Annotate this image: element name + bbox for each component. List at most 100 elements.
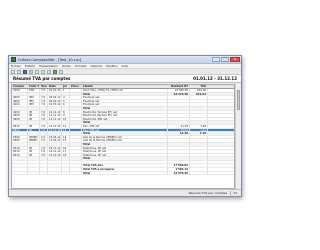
menu-options[interactable]: Options [91, 64, 103, 68]
col-taux[interactable]: Taux [40, 85, 48, 88]
cell-libelle: Gaz de la femme (IPIRED) net [82, 135, 168, 139]
cell-montant-ht [168, 139, 190, 142]
cell-montant-ht: 41.30 [168, 132, 190, 135]
cell-libelle: Total TVA à récupérer [82, 168, 168, 171]
cell-libelle: Exemple net [82, 96, 168, 99]
table-total-row[interactable]: Total 12'370.46 [12, 171, 234, 176]
cell-montant-ht [168, 106, 190, 110]
copy-icon[interactable] [41, 69, 45, 74]
cell-libelle: Gaz de la femme (IPIRED) net [82, 139, 168, 142]
menu-compta[interactable]: Compta [75, 64, 87, 68]
cut-icon[interactable] [35, 69, 39, 74]
cell-tva [190, 142, 208, 146]
cell-compte: 6510 [12, 153, 28, 157]
cell-code-tva: IPM [28, 99, 40, 103]
cell-extra [208, 114, 234, 117]
cell-libelle: Total [82, 132, 168, 135]
cell-tva [190, 139, 208, 142]
cell-piece [70, 171, 82, 175]
cell-libelle: Electricité (facture EF) net [82, 110, 168, 114]
cell-compte [12, 132, 28, 135]
cell-piece [70, 132, 82, 135]
cell-date [48, 121, 62, 124]
cell-extra [208, 164, 234, 167]
title-bar[interactable]: Crésus Comptabilité - [Test_10.crp] – □ … [9, 56, 241, 64]
cell-journal: 6 [62, 103, 70, 106]
cell-tva [190, 121, 208, 124]
cell-taux: 7.6 [40, 146, 48, 150]
cell-tva: 941.02 [190, 92, 208, 96]
cell-journal: 11 [62, 124, 70, 128]
cell-piece [70, 146, 82, 150]
cell-libelle: Total [82, 106, 168, 110]
cell-compte [12, 164, 28, 168]
cell-journal: 15 [62, 139, 70, 142]
report-period: 01.01.12 - 31.12.12 [193, 76, 237, 81]
close-icon[interactable]: × [230, 57, 240, 62]
col-libelle[interactable]: Libellé [82, 85, 168, 88]
col-tva[interactable]: TVA [190, 85, 208, 88]
cell-code-tva [28, 106, 40, 110]
cell-libelle: Eau, IPM net [82, 124, 168, 128]
cell-piece [70, 157, 82, 160]
col-compte[interactable]: Compte [12, 85, 28, 88]
window-title: Crésus Comptabilité - [Test_10.crp] [18, 57, 81, 62]
save-icon[interactable] [23, 69, 27, 74]
cell-code-tva [28, 121, 40, 124]
cell-libelle: Total [82, 157, 168, 160]
cell-piece [70, 92, 82, 96]
cell-code-tva: IPI [28, 110, 40, 114]
scrollbar-thumb[interactable] [237, 90, 240, 110]
cell-montant-ht [168, 114, 190, 117]
cell-extra [208, 136, 234, 139]
cell-journal: 12 [62, 128, 70, 132]
cell-date: 05.02.12 [49, 96, 62, 99]
cell-montant-ht [168, 121, 190, 124]
cell-taux: 7.6 [40, 114, 48, 117]
cell-extra [208, 107, 234, 110]
col-date[interactable]: Date [48, 85, 62, 88]
col-montant-ht[interactable]: Montant HT [168, 85, 190, 88]
cell-taux [40, 142, 48, 146]
menu-fichier[interactable]: Fichier [11, 64, 21, 68]
cell-code-tva: IPIRED [28, 135, 40, 139]
cell-compte [12, 157, 28, 160]
col-journal[interactable]: Jrn [62, 85, 70, 88]
cell-journal: 4 [62, 96, 70, 99]
cell-date: 01.01.12 [49, 89, 62, 92]
menu-presentation[interactable]: Présentation [39, 64, 58, 68]
filter-icon[interactable] [59, 69, 63, 74]
menu-aide[interactable]: Aide [121, 64, 128, 68]
cell-piece [70, 164, 82, 168]
cell-journal: 1 [62, 89, 70, 92]
cell-piece [70, 142, 82, 146]
cell-date: 12.12.12 [49, 128, 62, 132]
menu-edition[interactable]: Edition [25, 64, 35, 68]
menu-fenetre[interactable]: Fenêtre [106, 64, 117, 68]
maximize-icon[interactable]: □ [221, 57, 229, 62]
cell-taux [40, 171, 48, 175]
paste-icon[interactable] [47, 69, 51, 74]
print-icon[interactable] [29, 69, 33, 74]
new-icon[interactable] [11, 69, 15, 74]
refresh-icon[interactable] [53, 69, 57, 74]
cell-taux: 7.6 [40, 128, 48, 132]
col-extra [208, 85, 234, 88]
cell-date: 13.04.12 [49, 139, 62, 142]
col-piece[interactable]: Pièce [70, 85, 82, 88]
minimize-icon[interactable]: – [212, 57, 220, 62]
cell-montant-ht: 21.28 [168, 124, 190, 128]
cell-taux: 7.6 [40, 150, 48, 153]
cell-montant-ht [168, 99, 190, 103]
open-icon[interactable] [17, 69, 21, 74]
cell-code-tva: IPI [28, 150, 40, 153]
cell-montant-ht [168, 96, 190, 99]
cell-journal [62, 171, 70, 175]
cell-compte [12, 171, 28, 175]
cell-libelle: Téléphone, IPI net [82, 153, 168, 157]
vertical-scrollbar[interactable] [235, 84, 241, 189]
col-code-tva[interactable]: Code TVA [28, 85, 40, 88]
menu-outils[interactable]: Outils [62, 64, 71, 68]
cell-compte [12, 106, 28, 110]
cell-montant-ht [168, 150, 190, 153]
